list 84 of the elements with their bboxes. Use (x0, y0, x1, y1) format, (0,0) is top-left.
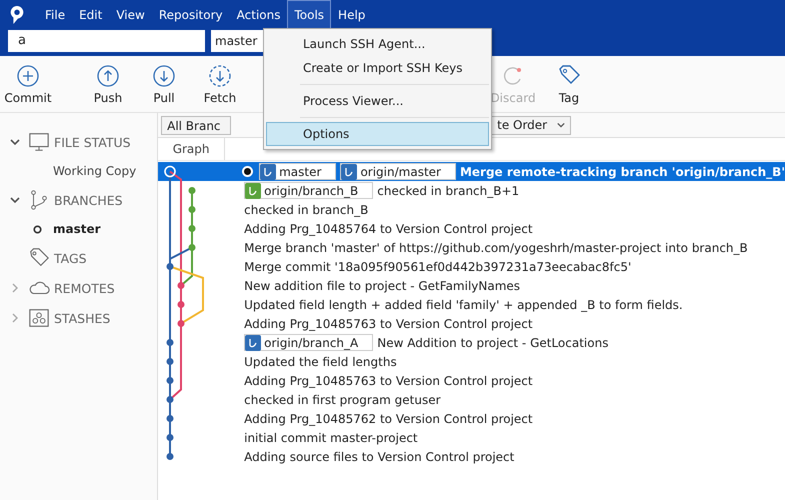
toolbar-button[interactable]: Tag (541, 64, 597, 104)
menu-item[interactable]: Actions (230, 0, 288, 30)
app-logo-icon (8, 4, 26, 26)
menu-item[interactable]: Repository (152, 0, 230, 30)
commit-row[interactable]: master origin/master Merge remote-tracking branch 'origin/branch_B' (158, 162, 785, 181)
commit-row[interactable]: origin/branch_B checked in branch_B+1 (158, 181, 785, 200)
branch-label[interactable]: origin/branch_A (244, 334, 374, 351)
sidebar-item[interactable]: master (53, 222, 101, 236)
commit-dot (166, 358, 174, 365)
commit-message: Adding Prg_10485764 to Version Control project (244, 222, 533, 236)
commit-dot (166, 453, 174, 460)
branch-label[interactable]: origin/branch_B (244, 182, 374, 199)
commit-message: initial commit master-project (244, 430, 418, 444)
commit-dot (166, 396, 174, 403)
branch-label[interactable]: origin/master (340, 163, 456, 180)
commit-message: Merge branch 'master' of https://github.com/yogeshrh/master-project into branch_B (244, 240, 748, 254)
commit-row[interactable]: origin/branch_A New Addition to project - GetLocations (158, 333, 785, 352)
commit-row[interactable]: Adding Prg_10485763 to Version Control project (158, 371, 785, 390)
commit-message: Adding Prg_10485763 to Version Control project (244, 374, 533, 388)
chevron-down-icon[interactable] (10, 195, 20, 205)
tag-icon (28, 247, 50, 269)
commit-row[interactable]: New addition file to project - GetFamilyNames (158, 276, 785, 295)
commit-message: Merge remote-tracking branch 'origin/branch_B' (460, 164, 785, 178)
commit-dot (164, 166, 176, 178)
commit-message: Adding Prg_10485762 to Version Control project (244, 412, 533, 426)
commit-message: Adding source files to Version Control project (244, 450, 514, 464)
toolbar-button[interactable]: Commit (0, 64, 56, 104)
commit-message: checked in branch_B+1 (377, 184, 520, 198)
commit-row[interactable]: Adding Prg_10485763 to Version Control project (158, 314, 785, 333)
commit-message: checked in first program getuser (244, 392, 441, 406)
toolbar-button[interactable]: Push (80, 64, 136, 104)
commit-dot (178, 320, 185, 327)
commit-row[interactable]: initial commit master-project (158, 428, 785, 447)
commit-row[interactable]: Adding Prg_10485762 to Version Control project (158, 409, 785, 428)
sidebar-section[interactable]: REMOTES (54, 280, 115, 296)
sidebar-item[interactable]: Working Copy (53, 164, 136, 178)
stash-icon (28, 307, 50, 329)
commit-row[interactable]: checked in branch_B (158, 200, 785, 219)
sidebar-section[interactable]: BRANCHES (54, 192, 123, 208)
branch-filter-dropdown[interactable]: All Branc (161, 116, 232, 134)
monitor-icon (28, 131, 50, 153)
chevron-down-icon[interactable] (10, 137, 20, 147)
commit-dot (166, 415, 174, 422)
commit-row[interactable]: Adding Prg_10485764 to Version Control project (158, 219, 785, 238)
plus-icon (16, 64, 40, 88)
menu-item[interactable]: Tools (287, 0, 332, 30)
commit-dot (188, 244, 196, 251)
sidebar-section[interactable]: FILE STATUS (54, 134, 131, 150)
toolbar-button[interactable]: Fetch (192, 64, 248, 104)
commit-row[interactable]: Updated the field lengths (158, 352, 785, 371)
branch-label[interactable]: master (259, 163, 336, 180)
commit-message: New addition file to project - GetFamilyNames (244, 278, 520, 292)
commit-row[interactable]: Merge branch 'master' of https://github.com/yogeshrh/master-project into branch_B (158, 238, 785, 257)
search-field[interactable]: a (8, 30, 205, 52)
commit-dot (166, 263, 174, 270)
menu-item[interactable]: View (109, 0, 152, 30)
branch-icon (28, 189, 50, 211)
commit-message: Adding Prg_10485763 to Version Control project (244, 316, 533, 330)
commit-dot (188, 187, 196, 194)
commit-row[interactable]: checked in first program getuser (158, 390, 785, 409)
commit-dot (178, 301, 185, 308)
menu-item[interactable]: Edit (72, 0, 110, 30)
commit-row[interactable]: Updated field length + added field 'family' + appended _B to form fields. (158, 295, 785, 314)
commit-message: checked in branch_B (244, 202, 368, 216)
commit-message: Updated the field lengths (244, 354, 397, 368)
sidebar-section[interactable]: STASHES (54, 310, 110, 326)
commit-dot (188, 206, 196, 213)
commit-message: Updated field length + added field 'family' + appended _B to form fields. (244, 298, 683, 312)
column-header[interactable]: Graph (158, 138, 226, 160)
menu-item[interactable]: File (38, 0, 72, 30)
chevron-down-icon (557, 121, 566, 129)
commit-message: New Addition to project - GetLocations (377, 336, 608, 350)
commit-row[interactable]: Adding source files to Version Control project (158, 447, 785, 466)
commit-dot (166, 434, 174, 441)
menu-item[interactable]: Options (266, 122, 489, 146)
commit-row[interactable]: Merge commit '18a095f90561ef0d442b397231a73eecabac8fc5' (158, 257, 785, 276)
menu-item[interactable]: Help (331, 0, 372, 30)
commit-dot (178, 282, 185, 289)
commit-message: Merge commit '18a095f90561ef0d442b397231a73eecabac8fc5' (244, 260, 632, 274)
toolbar-button[interactable]: Pull (136, 64, 192, 104)
sidebar-section[interactable]: TAGS (54, 250, 87, 266)
commit-dot (166, 339, 174, 346)
commit-dot (188, 225, 196, 232)
commit-dot (166, 377, 174, 384)
